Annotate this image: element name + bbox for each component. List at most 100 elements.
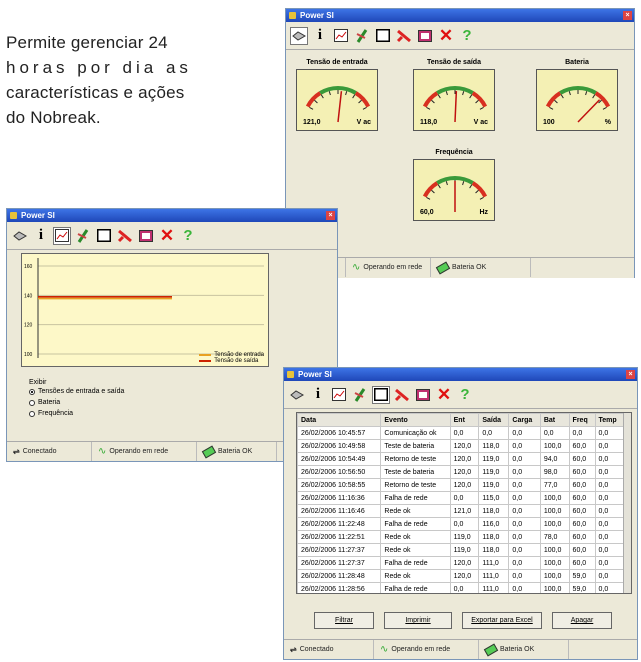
book-icon[interactable] — [137, 227, 155, 245]
plug-icon[interactable] — [288, 386, 306, 404]
column-header[interactable]: Temp — [594, 413, 625, 427]
gauge-needle — [577, 99, 601, 123]
book-icon[interactable] — [416, 27, 434, 45]
battery-icon — [483, 643, 499, 656]
statusbar: ∿ Operando em rede Bateria OK — [286, 257, 634, 277]
schedule-icon[interactable] — [351, 386, 369, 404]
toolbar: i ✕ ? — [284, 381, 637, 409]
column-header[interactable]: Carga — [508, 413, 541, 427]
gauge-tick — [431, 189, 435, 194]
help-icon[interactable]: ? — [458, 27, 476, 45]
status-connected: ⇌ Conectado — [7, 442, 92, 461]
table-header: Data Evento Ent Saída Carga Bat Freq Temp — [297, 413, 625, 427]
table-cell: 26/02/2006 10:54:49 — [297, 452, 382, 466]
column-header[interactable]: Ent — [449, 413, 480, 427]
chart-icon[interactable] — [332, 27, 350, 45]
close-icon[interactable]: ✕ — [435, 385, 453, 404]
table-row[interactable]: 26/02/2006 11:27:37 Rede ok 119,0 118,0 0,0 1… — [297, 543, 625, 557]
tools-icon[interactable] — [116, 227, 134, 245]
table-cell: 119,0 — [449, 543, 480, 557]
gauge-tick — [352, 94, 356, 99]
help-icon[interactable]: ? — [456, 386, 474, 404]
table-cell: 0,0 — [594, 452, 625, 466]
tools-icon[interactable] — [395, 27, 413, 45]
gauge-arc — [305, 91, 322, 108]
legend-item: Tensão de saída — [199, 358, 264, 364]
column-header[interactable]: Evento — [380, 413, 451, 427]
y-tick-label: 100 — [24, 352, 33, 358]
table-cell: 59,0 — [568, 569, 596, 583]
plug-icon[interactable] — [11, 227, 29, 245]
option-battery[interactable]: Bateria — [29, 397, 124, 408]
option-frequency[interactable]: Frequência — [29, 408, 124, 419]
table-row[interactable]: 26/02/2006 11:22:51 Rede ok 119,0 118,0 0,0 7… — [297, 530, 625, 544]
delete-button[interactable]: Apagar — [552, 612, 612, 629]
table-row[interactable]: 26/02/2006 10:45:57 Comunicação ok 0,0 0,0 0… — [297, 426, 625, 440]
table-cell: 0,0 — [508, 465, 541, 479]
status-operating: ∿ Operando em rede — [92, 442, 197, 461]
gauge-tick — [437, 184, 441, 189]
filter-button[interactable]: Filtrar — [314, 612, 374, 629]
column-header[interactable]: Data — [297, 413, 382, 427]
gauge-label: Frequência — [435, 149, 473, 156]
window-close-button[interactable]: × — [326, 211, 335, 220]
export-excel-button[interactable]: Exportar para Excel — [462, 612, 542, 629]
close-icon[interactable]: ✕ — [437, 26, 455, 45]
events-table-container[interactable]: Data Evento Ent Saída Carga Bat Freq Temp 26/02… — [296, 412, 632, 594]
table-cell: 0,0 — [594, 504, 625, 518]
info-icon[interactable]: i — [309, 386, 327, 404]
info-icon[interactable]: i — [311, 27, 329, 45]
power-wave-icon: ∿ — [380, 644, 389, 655]
gauge-tick — [479, 107, 484, 110]
table-row[interactable]: 26/02/2006 11:16:36 Falha de rede 0,0 115,0… — [297, 491, 625, 505]
book-icon[interactable] — [414, 386, 432, 404]
schedule-icon[interactable] — [353, 27, 371, 45]
status-battery: Bateria OK — [197, 442, 277, 461]
table-row[interactable]: 26/02/2006 11:28:56 Falha de rede 0,0 111,0… — [297, 582, 625, 593]
table-row[interactable]: 26/02/2006 11:16:46 Rede ok 121,0 118,0 0,0 1… — [297, 504, 625, 518]
gauge-unit: % — [604, 119, 611, 126]
table-row[interactable]: 26/02/2006 10:54:49 Retorno de teste 120,0… — [297, 452, 625, 466]
battery-icon — [201, 445, 217, 458]
schedule-icon[interactable] — [74, 227, 92, 245]
table-row[interactable]: 26/02/2006 10:56:50 Teste de bateria 120,0… — [297, 465, 625, 479]
help-icon[interactable]: ? — [179, 227, 197, 245]
chart-icon[interactable] — [53, 226, 71, 245]
tools-icon[interactable] — [393, 386, 411, 404]
gauge-tick — [469, 184, 473, 189]
window-icon[interactable] — [372, 385, 390, 404]
table-cell: 26/02/2006 11:22:48 — [297, 517, 382, 531]
info-icon[interactable]: i — [32, 227, 50, 245]
gauge-tick — [475, 99, 479, 104]
table-cell: 118,0 — [478, 504, 510, 518]
table-row[interactable]: 26/02/2006 11:28:48 Rede ok 120,0 111,0 0,0 1… — [297, 569, 625, 583]
table-row[interactable]: 26/02/2006 10:49:58 Teste de bateria 120,0… — [297, 439, 625, 453]
chart-area: 160 140 120 100 Tensão de entrada Tensão de… — [21, 253, 269, 367]
table-row[interactable]: 26/02/2006 11:27:37 Falha de rede 120,0 111… — [297, 556, 625, 570]
table-row[interactable]: 26/02/2006 11:22:48 Falha de rede 0,0 116,0… — [297, 517, 625, 531]
plug-icon[interactable] — [290, 26, 308, 45]
gauge-unit: V ac — [473, 119, 488, 126]
print-button[interactable]: Imprimir — [384, 612, 452, 629]
window-close-button[interactable]: × — [626, 370, 635, 379]
table-cell: 0,0 — [539, 426, 570, 440]
column-header[interactable]: Saída — [478, 413, 510, 427]
table-row[interactable]: 26/02/2006 10:58:55 Retorno de teste 120,0… — [297, 478, 625, 492]
table-cell: 0,0 — [594, 439, 625, 453]
chart-icon[interactable] — [330, 386, 348, 404]
status-operating: ∿ Operando em rede — [374, 640, 479, 659]
window-icon[interactable] — [374, 27, 392, 45]
table-cell: Rede ok — [380, 504, 451, 518]
table-cell: 116,0 — [478, 517, 510, 531]
close-icon[interactable]: ✕ — [158, 226, 176, 245]
table-cell: 60,0 — [568, 517, 596, 531]
column-header[interactable]: Bat — [539, 413, 570, 427]
table-cell: 0,0 — [508, 530, 541, 544]
window-close-button[interactable]: × — [623, 11, 632, 20]
table-cell: Falha de rede — [380, 517, 451, 531]
table-scrollbar[interactable] — [623, 413, 631, 593]
window-icon[interactable] — [95, 227, 113, 245]
option-voltages[interactable]: Tensões de entrada e saída — [29, 386, 124, 397]
table-cell: 0,0 — [508, 517, 541, 531]
column-header[interactable]: Freq — [568, 413, 596, 427]
